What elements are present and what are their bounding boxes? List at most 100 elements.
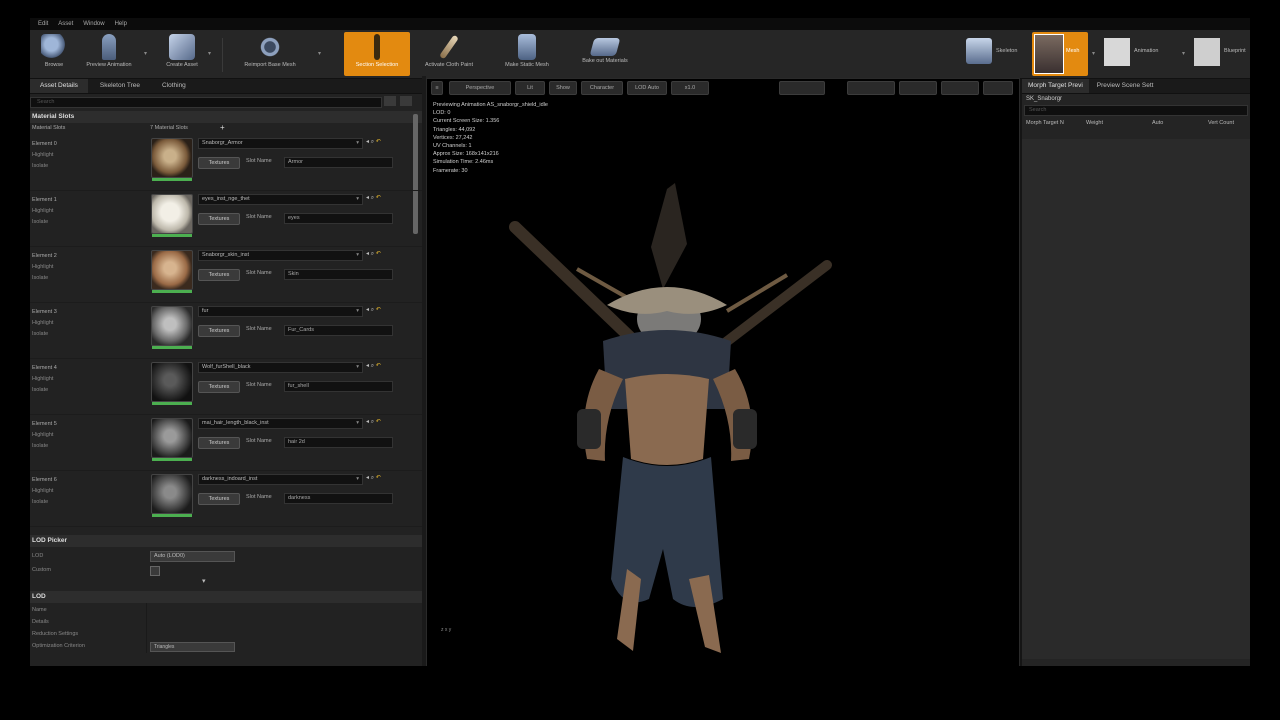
material-select[interactable]: mai_hair_length_black_inst ▾ — [198, 418, 363, 429]
create-asset-dropdown[interactable]: ▾ — [208, 50, 214, 57]
browse-icon[interactable]: ⌕ — [371, 251, 374, 257]
tab-preview-scene-settings[interactable]: Preview Scene Sett — [1091, 79, 1160, 93]
slot-highlight-label[interactable]: Highlight — [32, 264, 53, 270]
tab-skeleton-tree[interactable]: Skeleton Tree — [90, 79, 150, 93]
use-selected-icon[interactable]: ◂ — [366, 251, 369, 257]
browse-icon[interactable]: ⌕ — [371, 363, 374, 369]
tab-clothing[interactable]: Clothing — [152, 79, 196, 93]
skeleton-mode-button[interactable]: Skeleton — [960, 32, 1032, 76]
textures-button[interactable]: Textures — [198, 493, 240, 505]
textures-button[interactable]: Textures — [198, 269, 240, 281]
create-asset-button[interactable]: Create Asset — [154, 32, 210, 76]
slot-isolate-label[interactable]: Isolate — [32, 275, 48, 281]
col-vert-count[interactable]: Vert Count — [1208, 118, 1234, 129]
reset-icon[interactable]: ↶ — [376, 139, 381, 145]
material-thumbnail[interactable] — [151, 418, 193, 461]
slot-highlight-label[interactable]: Highlight — [32, 432, 53, 438]
reset-icon[interactable]: ↶ — [376, 363, 381, 369]
slot-name-input[interactable]: hair 2d — [284, 437, 393, 448]
slot-highlight-label[interactable]: Highlight — [32, 376, 53, 382]
use-selected-icon[interactable]: ◂ — [366, 363, 369, 369]
slot-highlight-label[interactable]: Highlight — [32, 488, 53, 494]
material-thumbnail[interactable] — [151, 194, 193, 237]
slot-highlight-label[interactable]: Highlight — [32, 320, 53, 326]
section-selection-button[interactable]: Section Selection — [344, 32, 410, 76]
slot-name-input[interactable]: Armor — [284, 157, 393, 168]
browse-button[interactable]: Browse — [32, 32, 76, 76]
use-selected-icon[interactable]: ◂ — [366, 139, 369, 145]
slot-isolate-label[interactable]: Isolate — [32, 331, 48, 337]
slot-isolate-label[interactable]: Isolate — [32, 219, 48, 225]
view-options-icon[interactable] — [384, 96, 397, 106]
reset-icon[interactable]: ↶ — [376, 251, 381, 257]
mesh-mode-button[interactable]: Mesh — [1032, 32, 1088, 76]
slot-highlight-label[interactable]: Highlight — [32, 152, 53, 158]
use-selected-icon[interactable]: ◂ — [366, 195, 369, 201]
tab-asset-details[interactable]: Asset Details — [30, 79, 88, 93]
lod-picker-header[interactable]: LOD Picker — [30, 535, 422, 547]
material-slots-header[interactable]: Material Slots — [30, 111, 422, 123]
mesh-mode-dropdown[interactable]: ▾ — [1092, 50, 1098, 57]
browse-icon[interactable]: ⌕ — [371, 195, 374, 201]
reset-icon[interactable]: ↶ — [376, 419, 381, 425]
material-thumbnail[interactable] — [151, 306, 193, 349]
material-select[interactable]: darkness_indoard_inst ▾ — [198, 474, 363, 485]
reset-icon[interactable]: ↶ — [376, 195, 381, 201]
make-static-mesh-button[interactable]: Make Static Mesh — [496, 32, 558, 76]
browse-icon[interactable]: ⌕ — [371, 475, 374, 481]
col-auto[interactable]: Auto — [1152, 118, 1163, 129]
lod-header[interactable]: LOD — [30, 591, 422, 603]
tab-morph-target-preview[interactable]: Morph Target Previ — [1022, 79, 1089, 93]
menu-window[interactable]: Window — [83, 18, 104, 30]
use-selected-icon[interactable]: ◂ — [366, 307, 369, 313]
browse-icon[interactable]: ⌕ — [371, 139, 374, 145]
material-select[interactable]: eyes_inst_nge_thet ▾ — [198, 194, 363, 205]
slot-isolate-label[interactable]: Isolate — [32, 163, 48, 169]
textures-button[interactable]: Textures — [198, 437, 240, 449]
details-search-input[interactable]: Search — [30, 97, 382, 108]
material-thumbnail[interactable] — [151, 138, 193, 181]
textures-button[interactable]: Textures — [198, 213, 240, 225]
morph-search-input[interactable]: Search — [1024, 105, 1248, 116]
lod-select[interactable]: Auto (LOD0) — [150, 551, 235, 562]
optimization-select[interactable]: Triangles — [150, 642, 235, 652]
material-thumbnail[interactable] — [151, 362, 193, 405]
add-slot-icon[interactable]: + — [220, 123, 225, 132]
slot-isolate-label[interactable]: Isolate — [32, 443, 48, 449]
animation-mode-dropdown[interactable]: ▾ — [1182, 50, 1188, 57]
reset-icon[interactable]: ↶ — [376, 475, 381, 481]
menu-edit[interactable]: Edit — [38, 18, 48, 30]
expand-arrow-icon[interactable]: ▾ — [202, 577, 206, 585]
use-selected-icon[interactable]: ◂ — [366, 419, 369, 425]
activate-cloth-paint-button[interactable]: Activate Cloth Paint — [418, 32, 480, 76]
slot-name-input[interactable]: eyes — [284, 213, 393, 224]
material-select[interactable]: Snaborgr_skin_inst ▾ — [198, 250, 363, 261]
menu-asset[interactable]: Asset — [58, 18, 73, 30]
preview-animation-button[interactable]: Preview Animation — [76, 32, 142, 76]
eye-icon[interactable] — [400, 96, 412, 106]
slot-name-input[interactable]: Skin — [284, 269, 393, 280]
reimport-dropdown[interactable]: ▾ — [318, 50, 324, 57]
textures-button[interactable]: Textures — [198, 325, 240, 337]
slot-name-input[interactable]: fur_shell — [284, 381, 393, 392]
preview-animation-dropdown[interactable]: ▾ — [144, 50, 150, 57]
textures-button[interactable]: Textures — [198, 381, 240, 393]
material-select[interactable]: Wolf_furShell_black ▾ — [198, 362, 363, 373]
textures-button[interactable]: Textures — [198, 157, 240, 169]
material-thumbnail[interactable] — [151, 250, 193, 293]
slot-isolate-label[interactable]: Isolate — [32, 499, 48, 505]
use-selected-icon[interactable]: ◂ — [366, 475, 369, 481]
slot-name-input[interactable]: darkness — [284, 493, 393, 504]
custom-lod-checkbox[interactable] — [150, 566, 160, 576]
bake-out-materials-button[interactable]: Bake out Materials — [570, 32, 640, 76]
slot-isolate-label[interactable]: Isolate — [32, 387, 48, 393]
material-select[interactable]: fur ▾ — [198, 306, 363, 317]
preview-viewport[interactable]: ≡ Perspective Lit Show Character LOD Aut… — [426, 78, 1020, 666]
browse-icon[interactable]: ⌕ — [371, 307, 374, 313]
menu-help[interactable]: Help — [115, 18, 127, 30]
material-select[interactable]: Snaborgr_Armor ▾ — [198, 138, 363, 149]
browse-icon[interactable]: ⌕ — [371, 419, 374, 425]
col-morph-target-name[interactable]: Morph Target N — [1026, 118, 1064, 129]
slot-highlight-label[interactable]: Highlight — [32, 208, 53, 214]
material-thumbnail[interactable] — [151, 474, 193, 517]
